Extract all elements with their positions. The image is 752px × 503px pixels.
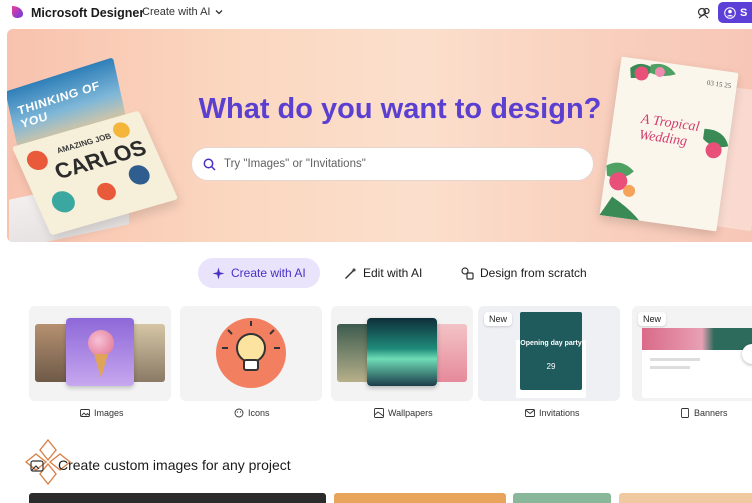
image-icon bbox=[80, 409, 90, 417]
search-bar[interactable] bbox=[191, 147, 594, 181]
category-card-icons[interactable] bbox=[180, 306, 322, 401]
sparkle-icon bbox=[212, 267, 225, 279]
top-bar: Microsoft Designer Create with AI S bbox=[0, 0, 752, 27]
search-input[interactable] bbox=[224, 158, 564, 170]
category-label-text: Wallpapers bbox=[388, 408, 433, 418]
category-label-banners: Banners bbox=[680, 408, 728, 418]
wallpaper-icon bbox=[374, 408, 384, 418]
image-thumb bbox=[129, 324, 165, 382]
tropical-wedding-card: 03 15 25 A Tropical Wedding bbox=[599, 56, 739, 232]
new-badge: New bbox=[638, 312, 667, 326]
tab-create-with-ai[interactable]: Create with AI bbox=[198, 258, 320, 288]
gallery-item[interactable] bbox=[619, 493, 752, 503]
wallpaper-thumb bbox=[337, 324, 371, 382]
category-label-wallpapers: Wallpapers bbox=[374, 408, 433, 418]
banner-preview bbox=[642, 328, 752, 398]
tab-label: Create with AI bbox=[231, 266, 306, 280]
category-label-text: Icons bbox=[248, 408, 270, 418]
tab-edit-with-ai[interactable]: Edit with AI bbox=[344, 258, 422, 288]
gallery-item[interactable] bbox=[513, 493, 611, 503]
search-icon bbox=[203, 158, 216, 171]
decor-dot bbox=[48, 188, 79, 216]
magic-wand-icon bbox=[345, 267, 357, 279]
brand-name[interactable]: Microsoft Designer bbox=[31, 6, 144, 20]
designer-logo-icon[interactable] bbox=[10, 5, 24, 19]
tab-label: Design from scratch bbox=[480, 266, 587, 280]
decor-dot bbox=[125, 162, 153, 187]
category-label-text: Invitations bbox=[539, 408, 580, 418]
shapes-icon bbox=[461, 266, 474, 280]
invitation-title: Opening day party bbox=[520, 340, 582, 347]
icons-category-icon bbox=[234, 408, 244, 418]
category-label-icons: Icons bbox=[234, 408, 270, 418]
new-badge: New bbox=[484, 312, 513, 326]
category-label-images: Images bbox=[80, 408, 124, 418]
bulb-icon-art bbox=[216, 318, 286, 388]
category-label-text: Images bbox=[94, 408, 124, 418]
category-label-invitations: Invitations bbox=[525, 408, 580, 418]
sign-in-button[interactable]: S bbox=[718, 2, 752, 23]
section-title: Create custom images for any project bbox=[58, 457, 291, 473]
banner-header bbox=[642, 328, 752, 350]
category-card-images[interactable] bbox=[29, 306, 171, 401]
create-with-ai-menu[interactable]: Create with AI bbox=[142, 6, 224, 18]
category-card-wallpapers[interactable] bbox=[331, 306, 473, 401]
gallery-item[interactable] bbox=[334, 493, 506, 503]
ice-cream-image bbox=[66, 318, 134, 386]
category-label-text: Banners bbox=[694, 408, 728, 418]
banner-icon bbox=[681, 408, 689, 418]
chevron-down-icon bbox=[216, 10, 223, 15]
invitation-card: Opening day party 29 bbox=[520, 312, 582, 390]
account-icon bbox=[724, 6, 736, 19]
decor-dot bbox=[23, 148, 52, 173]
invitation-date: 29 bbox=[546, 362, 556, 371]
category-card-invitations[interactable]: Opening day party 29 New bbox=[478, 306, 620, 401]
hero-banner: THINKING OF YOU AMAZING JOB CARLOS What … bbox=[7, 29, 752, 242]
decor-dot bbox=[94, 180, 119, 203]
tab-label: Edit with AI bbox=[363, 266, 423, 280]
mode-tabs: Create with AI Edit with AI Design from … bbox=[0, 258, 752, 288]
sign-in-label: S bbox=[740, 6, 748, 19]
aurora-image bbox=[367, 318, 437, 386]
image-spark-icon bbox=[30, 460, 44, 472]
menu-label: Create with AI bbox=[142, 6, 211, 18]
gallery-item[interactable] bbox=[29, 493, 326, 503]
lightbulb-icon bbox=[222, 321, 280, 371]
invitation-icon bbox=[525, 409, 535, 417]
image-thumb bbox=[35, 324, 69, 382]
category-card-banners[interactable]: New bbox=[632, 306, 752, 401]
rewards-icon[interactable] bbox=[695, 4, 713, 22]
tab-design-from-scratch[interactable]: Design from scratch bbox=[461, 258, 587, 288]
